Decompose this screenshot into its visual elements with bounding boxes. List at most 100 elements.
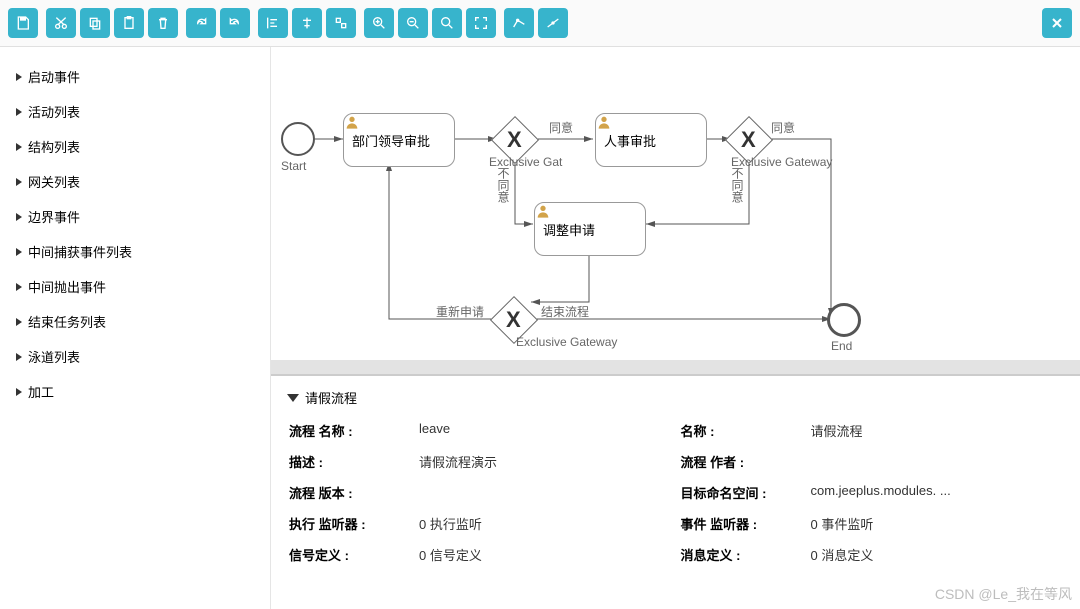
task-label: 调整申请 <box>543 220 595 239</box>
properties-panel: 请假流程 流程 名称 : leave 名称 : 请假流程 描述 : 请假流程演示流程 作… <box>271 374 1080 609</box>
align-center-icon[interactable] <box>292 8 322 38</box>
edge-label: 结束流程 <box>541 303 589 320</box>
sidebar-item-label: 泳道列表 <box>28 347 80 366</box>
close-icon[interactable] <box>1042 8 1072 38</box>
copy-icon[interactable] <box>80 8 110 38</box>
task-label: 人事审批 <box>604 131 656 150</box>
user-task-adjust[interactable]: 调整申请 <box>534 202 646 256</box>
gateway-label: Exclusive Gateway <box>731 155 832 169</box>
chevron-right-icon <box>16 73 22 81</box>
gateway-label: Exclusive Gateway <box>516 335 617 349</box>
bendpoint-remove-icon[interactable] <box>538 8 568 38</box>
sidebar-item-label: 启动事件 <box>28 67 80 86</box>
prop-value[interactable]: 0 事件监听 <box>811 514 1063 533</box>
gateway-x-icon: X <box>741 127 756 153</box>
chevron-right-icon <box>16 143 22 151</box>
save-icon[interactable] <box>8 8 38 38</box>
sidebar-item-label: 边界事件 <box>28 207 80 226</box>
gateway-x-icon: X <box>507 127 522 153</box>
prop-value[interactable]: 请假流程演示 <box>419 452 671 471</box>
user-icon <box>535 203 551 219</box>
watermark: CSDN @Le_我在等风 <box>935 584 1072 604</box>
sidebar-item-label: 活动列表 <box>28 102 80 121</box>
prop-label: 事件 监听器 : <box>681 514 801 533</box>
end-label: End <box>831 339 852 353</box>
edge-label: 不同意 <box>495 167 512 203</box>
same-size-icon[interactable] <box>326 8 356 38</box>
chevron-right-icon <box>16 388 22 396</box>
start-label: Start <box>281 159 306 173</box>
sidebar-item[interactable]: 中间抛出事件 <box>16 269 254 304</box>
sidebar-item[interactable]: 加工 <box>16 374 254 409</box>
sidebar-item[interactable]: 结束任务列表 <box>16 304 254 339</box>
sidebar-item[interactable]: 网关列表 <box>16 164 254 199</box>
chevron-right-icon <box>16 318 22 326</box>
chevron-right-icon <box>16 353 22 361</box>
zoom-in-icon[interactable] <box>364 8 394 38</box>
sidebar-item-label: 加工 <box>28 382 54 401</box>
edge-label: 同意 <box>771 119 795 136</box>
sidebar-item[interactable]: 中间捕获事件列表 <box>16 234 254 269</box>
user-icon <box>344 114 360 130</box>
user-task-dept[interactable]: 部门领导审批 <box>343 113 455 167</box>
prop-value[interactable]: 0 消息定义 <box>811 545 1063 564</box>
prop-value[interactable]: 请假流程 <box>811 421 1063 440</box>
diagram-canvas[interactable]: Start 部门领导审批 X Exclusive Gat 同意 不同意 人事审批… <box>271 47 1080 360</box>
paste-icon[interactable] <box>114 8 144 38</box>
chevron-right-icon <box>16 283 22 291</box>
chevron-right-icon <box>16 248 22 256</box>
toolbar <box>0 0 1080 47</box>
prop-label: 名称 : <box>681 421 801 440</box>
zoom-reset-icon[interactable] <box>432 8 462 38</box>
sidebar-item[interactable]: 活动列表 <box>16 94 254 129</box>
gateway-x-icon: X <box>506 307 521 333</box>
sidebar-item[interactable]: 边界事件 <box>16 199 254 234</box>
sidebar-item-label: 中间捕获事件列表 <box>28 242 132 261</box>
task-label: 部门领导审批 <box>352 131 430 150</box>
chevron-down-icon <box>287 394 299 402</box>
delete-icon[interactable] <box>148 8 178 38</box>
redo-icon[interactable] <box>186 8 216 38</box>
cut-icon[interactable] <box>46 8 76 38</box>
prop-label: 消息定义 : <box>681 545 801 564</box>
chevron-right-icon <box>16 108 22 116</box>
horizontal-scrollbar[interactable] <box>271 360 1080 374</box>
undo-icon[interactable] <box>220 8 250 38</box>
end-event[interactable] <box>827 303 861 337</box>
start-event[interactable] <box>281 122 315 156</box>
user-icon <box>596 114 612 130</box>
diagram-edges <box>271 47 1080 360</box>
sidebar: 启动事件 活动列表 结构列表 网关列表 边界事件 中间捕获事件列表 中间抛出事件… <box>0 47 270 609</box>
prop-label: 流程 名称 : <box>289 421 409 440</box>
sidebar-item-label: 中间抛出事件 <box>28 277 106 296</box>
chevron-right-icon <box>16 178 22 186</box>
prop-label: 执行 监听器 : <box>289 514 409 533</box>
user-task-hr[interactable]: 人事审批 <box>595 113 707 167</box>
prop-label: 信号定义 : <box>289 545 409 564</box>
properties-title[interactable]: 请假流程 <box>289 388 1062 407</box>
prop-value[interactable] <box>811 452 1063 471</box>
sidebar-item-label: 结构列表 <box>28 137 80 156</box>
sidebar-item-label: 结束任务列表 <box>28 312 106 331</box>
zoom-out-icon[interactable] <box>398 8 428 38</box>
prop-label: 描述 : <box>289 452 409 471</box>
edge-label: 重新申请 <box>436 303 484 320</box>
prop-label: 目标命名空间 : <box>681 483 801 502</box>
sidebar-item[interactable]: 启动事件 <box>16 59 254 94</box>
bendpoint-add-icon[interactable] <box>504 8 534 38</box>
prop-value[interactable]: 0 信号定义 <box>419 545 671 564</box>
sidebar-item-label: 网关列表 <box>28 172 80 191</box>
prop-label: 流程 作者 : <box>681 452 801 471</box>
align-left-icon[interactable] <box>258 8 288 38</box>
sidebar-item[interactable]: 泳道列表 <box>16 339 254 374</box>
prop-value[interactable]: com.jeeplus.modules. ... <box>811 483 1063 502</box>
zoom-fit-icon[interactable] <box>466 8 496 38</box>
prop-value[interactable]: leave <box>419 421 671 440</box>
sidebar-item[interactable]: 结构列表 <box>16 129 254 164</box>
chevron-right-icon <box>16 213 22 221</box>
edge-label: 同意 <box>549 119 573 136</box>
prop-label: 流程 版本 : <box>289 483 409 502</box>
prop-value[interactable]: 0 执行监听 <box>419 514 671 533</box>
prop-value[interactable] <box>419 483 671 502</box>
edge-label: 不同意 <box>729 167 746 203</box>
